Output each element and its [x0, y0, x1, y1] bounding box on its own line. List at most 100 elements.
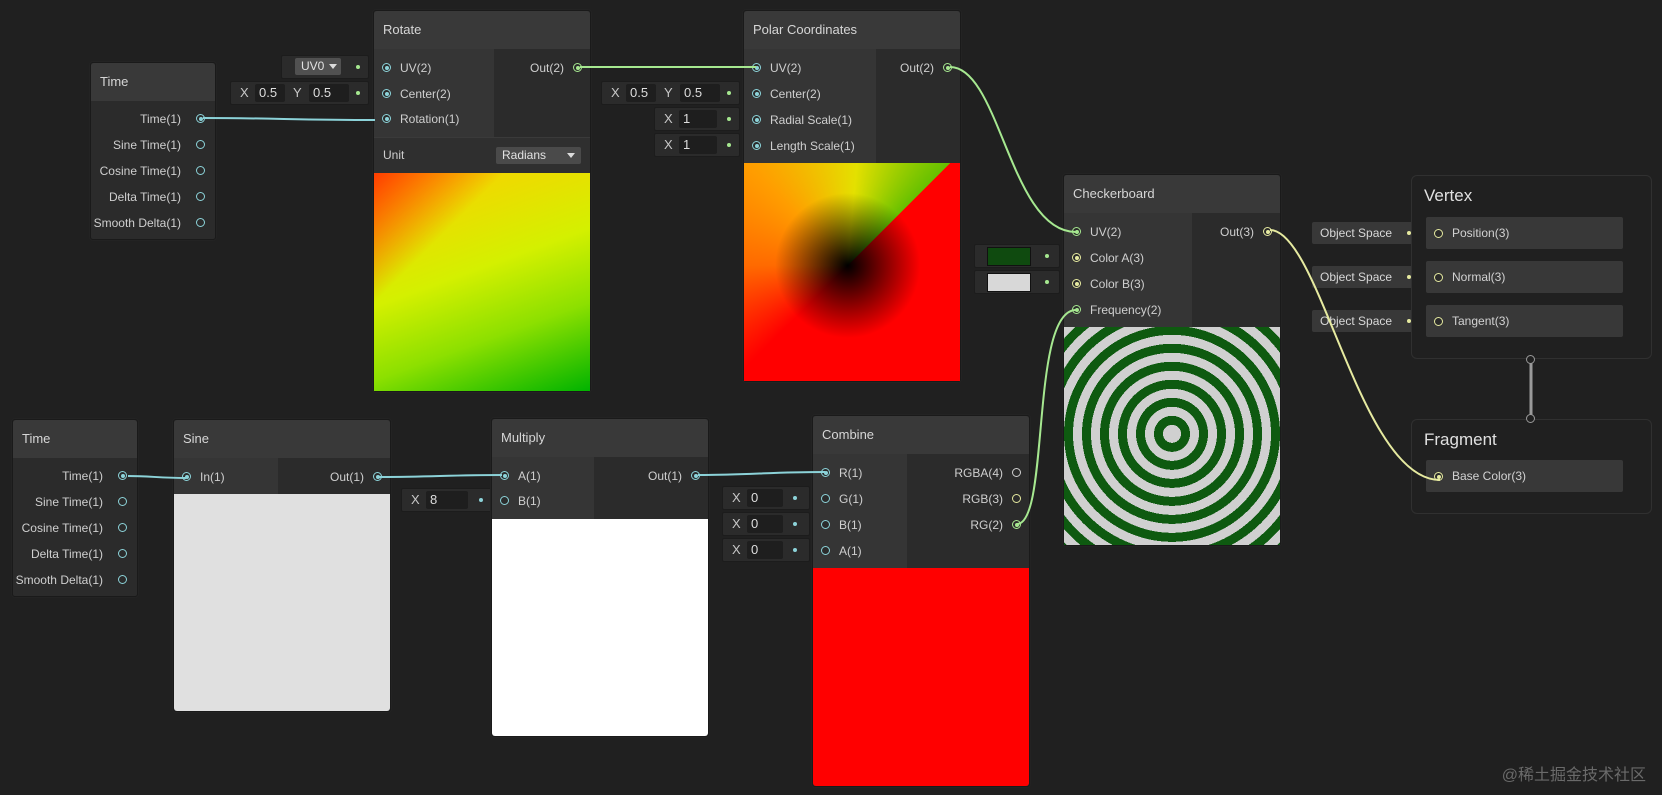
x-input[interactable]: 0.5 — [255, 84, 285, 102]
input-port-a[interactable] — [500, 471, 509, 480]
output-port-time[interactable] — [196, 114, 205, 123]
connector-dot — [793, 522, 797, 526]
input-port-in[interactable] — [182, 472, 191, 481]
output-port-rgba[interactable] — [1012, 468, 1021, 477]
input-port-color-b[interactable] — [1072, 279, 1081, 288]
combine-g-input[interactable]: 0 — [747, 489, 783, 507]
uv-channel-field[interactable]: UV0 — [281, 55, 369, 79]
space-label: Object Space — [1320, 314, 1393, 328]
tangent-space-chip[interactable]: Object Space — [1312, 310, 1420, 332]
input-port-tangent[interactable] — [1434, 317, 1443, 326]
multiply-node[interactable]: Multiply A(1) B(1) Out(1) — [491, 418, 709, 737]
vertex-normal-slot[interactable]: Normal(3) — [1426, 261, 1623, 293]
output-port-rg[interactable] — [1012, 520, 1021, 529]
output-port-rgb[interactable] — [1012, 494, 1021, 503]
sine-node[interactable]: Sine In(1) Out(1) — [173, 419, 391, 712]
y-input[interactable]: 0.5 — [309, 84, 349, 102]
output-port-out[interactable] — [1263, 227, 1272, 236]
combine-b-field[interactable]: X 0 — [722, 512, 810, 536]
input-port-base-color[interactable] — [1434, 472, 1443, 481]
input-port-center[interactable] — [752, 89, 761, 98]
multiply-b-field[interactable]: X 8 — [401, 488, 493, 512]
wire-multiply-to-combine — [697, 471, 826, 476]
output-sine-time: Sine Time(1) — [112, 138, 181, 152]
polar-coordinates-node[interactable]: Polar Coordinates UV(2) Center(2) Radial… — [743, 10, 961, 382]
input-g: G(1) — [839, 492, 863, 506]
fragment-context[interactable]: Fragment Base Color(3) — [1411, 419, 1652, 514]
output-port-delta-time[interactable] — [196, 192, 205, 201]
length-scale-field[interactable]: X 1 — [654, 133, 740, 157]
output-smooth-delta: Smooth Delta(1) — [15, 573, 103, 587]
output-port-smooth-delta[interactable] — [118, 575, 127, 584]
output-port-cosine-time[interactable] — [118, 523, 127, 532]
space-label: Object Space — [1320, 270, 1393, 284]
input-port-frequency[interactable] — [1072, 305, 1081, 314]
input-port-b[interactable] — [500, 496, 509, 505]
input-port-uv[interactable] — [1072, 227, 1081, 236]
uv-channel-dropdown[interactable]: UV0 — [295, 58, 341, 75]
input-port-length-scale[interactable] — [752, 141, 761, 150]
input-port-normal[interactable] — [1434, 273, 1443, 282]
position-space-chip[interactable]: Object Space — [1312, 222, 1420, 244]
combine-node[interactable]: Combine R(1) G(1) B(1) A(1) RGBA(4) RGB(… — [812, 415, 1030, 787]
input-port-position[interactable] — [1434, 229, 1443, 238]
output-port-out[interactable] — [943, 63, 952, 72]
time-node-top[interactable]: Time Time(1) Sine Time(1) Cosine Time(1)… — [90, 62, 216, 240]
color-a-swatch[interactable] — [987, 247, 1031, 266]
input-port-color-a[interactable] — [1072, 253, 1081, 262]
color-a-field[interactable] — [974, 244, 1060, 268]
connector-dot — [727, 91, 731, 95]
output-port-sine-time[interactable] — [196, 140, 205, 149]
input-port-b[interactable] — [821, 520, 830, 529]
fragment-base-color-slot[interactable]: Base Color(3) — [1426, 460, 1623, 492]
normal-space-chip[interactable]: Object Space — [1312, 266, 1420, 288]
rotate-node[interactable]: Rotate UV(2) Center(2) Rotation(1) Out(2… — [373, 10, 591, 392]
input-port-r[interactable] — [821, 468, 830, 477]
input-port-g[interactable] — [821, 494, 830, 503]
length-scale-input[interactable]: 1 — [679, 136, 717, 154]
connector-dot — [793, 548, 797, 552]
combine-b-input[interactable]: 0 — [747, 515, 783, 533]
x-input[interactable]: 0.5 — [626, 84, 656, 102]
input-port-a[interactable] — [821, 546, 830, 555]
output-port-smooth-delta[interactable] — [196, 218, 205, 227]
output-port-sine-time[interactable] — [118, 497, 127, 506]
input-uv: UV(2) — [400, 61, 432, 75]
time-node-bottom[interactable]: Time Time(1) Sine Time(1) Cosine Time(1)… — [12, 419, 138, 597]
radial-scale-field[interactable]: X 1 — [654, 107, 740, 131]
unit-dropdown[interactable]: Radians — [496, 147, 581, 164]
output-port-out[interactable] — [573, 63, 582, 72]
input-port-center[interactable] — [382, 89, 391, 98]
input-port-uv[interactable] — [382, 63, 391, 72]
checkerboard-node[interactable]: Checkerboard UV(2) Color A(3) Color B(3)… — [1063, 174, 1281, 546]
connector-dot — [356, 91, 360, 95]
input-port-radial-scale[interactable] — [752, 115, 761, 124]
radial-scale-input[interactable]: 1 — [679, 110, 717, 128]
vertex-position-slot[interactable]: Position(3) — [1426, 217, 1623, 249]
output-port-time[interactable] — [118, 471, 127, 480]
output-out: Out(1) — [329, 470, 364, 484]
rotate-center-field[interactable]: X 0.5 Y 0.5 — [230, 81, 369, 105]
combine-a-field[interactable]: X 0 — [722, 538, 810, 562]
x-label: X — [664, 111, 673, 126]
multiply-b-input[interactable]: 8 — [426, 491, 468, 509]
input-port-uv[interactable] — [752, 63, 761, 72]
input-port-rotation[interactable] — [382, 114, 391, 123]
output-port-cosine-time[interactable] — [196, 166, 205, 175]
input-rotation: Rotation(1) — [400, 112, 460, 126]
output-port-out[interactable] — [373, 472, 382, 481]
polar-center-field[interactable]: X 0.5 Y 0.5 — [601, 81, 740, 105]
combine-a-input[interactable]: 0 — [747, 541, 783, 559]
input-b: B(1) — [518, 494, 541, 508]
output-port-delta-time[interactable] — [118, 549, 127, 558]
y-input[interactable]: 0.5 — [680, 84, 720, 102]
input-center: Center(2) — [400, 87, 451, 101]
node-title: Time — [91, 63, 215, 101]
vertex-tangent-slot[interactable]: Tangent(3) — [1426, 305, 1623, 337]
wire-polar-to-checker — [949, 66, 1077, 233]
combine-g-field[interactable]: X 0 — [722, 486, 810, 510]
output-port-out[interactable] — [691, 471, 700, 480]
color-b-field[interactable] — [974, 270, 1060, 294]
vertex-context[interactable]: Vertex Position(3) Normal(3) Tangent(3) — [1411, 175, 1652, 359]
color-b-swatch[interactable] — [987, 273, 1031, 292]
